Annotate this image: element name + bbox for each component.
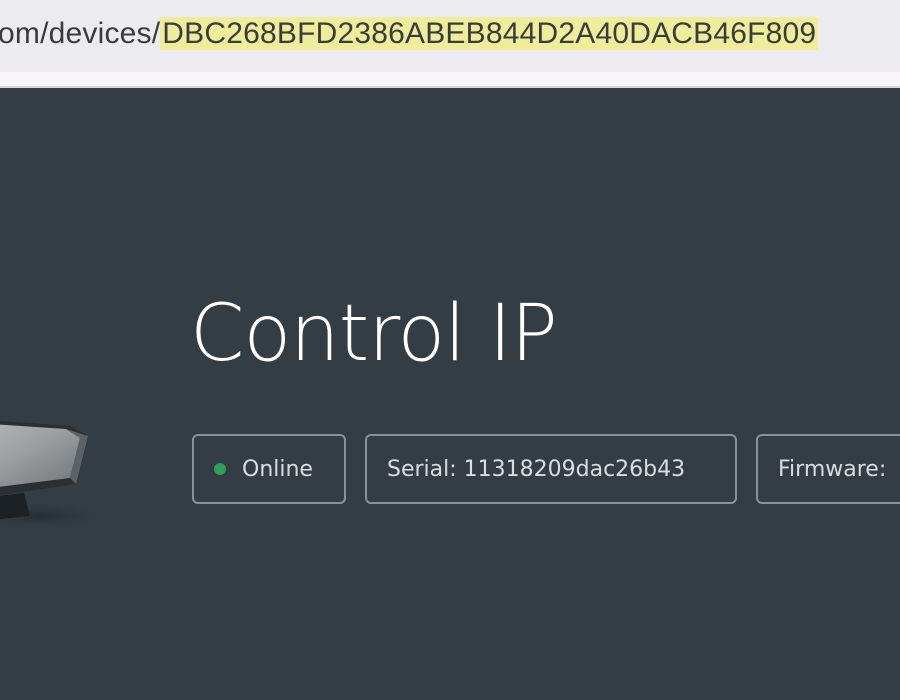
serial-text: Serial: 11318209dac26b43 <box>387 456 686 482</box>
serial-badge: Serial: 11318209dac26b43 <box>365 434 737 504</box>
device-title: Control IP <box>190 289 558 379</box>
status-dot-icon <box>214 463 226 475</box>
status-text: Online <box>242 456 313 482</box>
device-image <box>0 420 110 530</box>
firmware-text: Firmware: <box>778 456 887 482</box>
url-selected-id: DBC268BFD2386ABEB844D2A40DACB46F809 <box>160 17 819 50</box>
device-header: Control IP Online Serial: 11318209dac26b… <box>0 88 900 700</box>
address-bar[interactable]: om/devices/DBC268BFD2386ABEB844D2A40DACB… <box>0 0 900 72</box>
url-text[interactable]: om/devices/DBC268BFD2386ABEB844D2A40DACB… <box>0 12 819 56</box>
toolbar-gap <box>0 72 900 86</box>
url-path: om/devices/ <box>0 17 161 50</box>
status-badge: Online <box>192 434 346 504</box>
firmware-badge: Firmware: <box>756 434 900 504</box>
